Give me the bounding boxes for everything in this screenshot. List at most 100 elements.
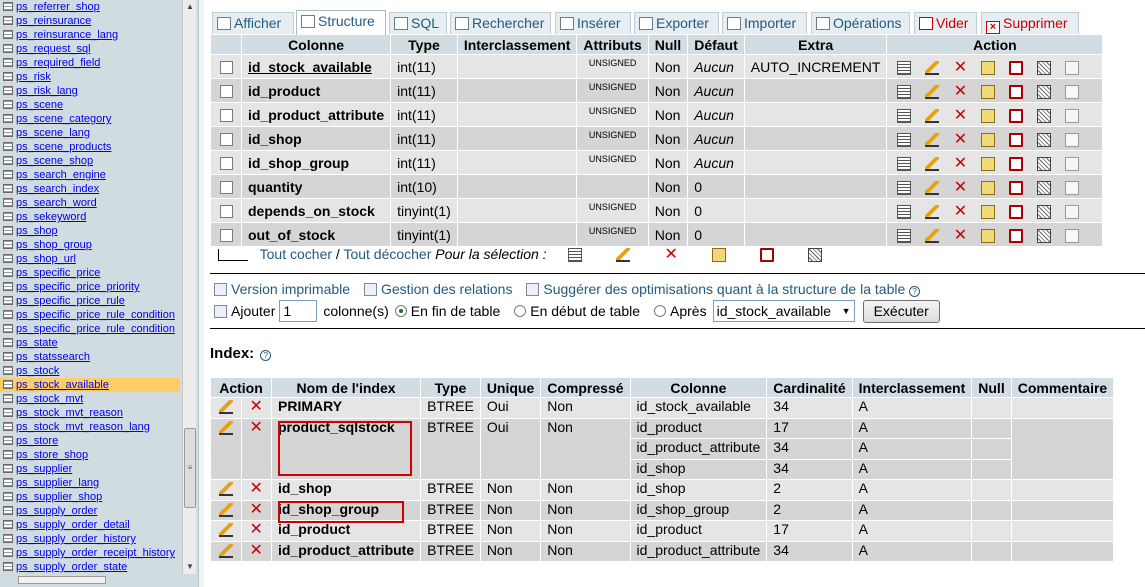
- delete-icon[interactable]: ✕: [953, 227, 967, 243]
- sidebar-table-item[interactable]: ps_specific_price_rule: [0, 294, 180, 308]
- radio-start-of-table[interactable]: [514, 305, 527, 317]
- unique-icon[interactable]: [1009, 132, 1024, 147]
- delete-icon[interactable]: ✕: [953, 83, 967, 99]
- sidebar-table-item[interactable]: ps_stock_mvt_reason: [0, 406, 180, 420]
- sidebar-table-item[interactable]: ps_supply_order_detail: [0, 518, 180, 532]
- table-name-link[interactable]: ps_scene_lang: [16, 127, 90, 139]
- sidebar-table-item[interactable]: ps_shop: [0, 224, 180, 238]
- sidebar-table-item[interactable]: ps_search_index: [0, 182, 180, 196]
- table-name-link[interactable]: ps_store: [16, 435, 58, 447]
- scroll-up-icon[interactable]: ▲: [183, 0, 197, 14]
- sidebar-table-item[interactable]: ps_stock_available: [0, 378, 180, 392]
- row-checkbox[interactable]: [219, 157, 233, 171]
- table-icon[interactable]: [3, 142, 13, 151]
- fulltext-icon[interactable]: [1065, 108, 1080, 123]
- table-icon[interactable]: [3, 436, 13, 445]
- col-header-extra[interactable]: Extra: [744, 35, 887, 54]
- edit-selected-icon[interactable]: [616, 248, 631, 263]
- column-count-input[interactable]: [279, 300, 318, 322]
- primary-key-icon[interactable]: [981, 132, 996, 147]
- sidebar-table-item[interactable]: ps_stock: [0, 364, 180, 378]
- help-icon[interactable]: ?: [260, 350, 272, 361]
- unique-icon[interactable]: [1009, 180, 1024, 195]
- table-name-link[interactable]: ps_supply_order: [16, 505, 97, 517]
- col-header-attributes[interactable]: Attributs: [577, 35, 648, 54]
- fulltext-icon[interactable]: [1065, 132, 1080, 147]
- tab-drop[interactable]: × Supprimer: [981, 12, 1079, 34]
- table-name-link[interactable]: ps_shop_url: [16, 253, 76, 265]
- table-icon[interactable]: [3, 240, 13, 249]
- table-icon[interactable]: [3, 184, 13, 193]
- sidebar-table-item[interactable]: ps_state: [0, 336, 180, 350]
- table-icon[interactable]: [3, 44, 13, 53]
- table-icon[interactable]: [3, 268, 13, 277]
- print-view-link[interactable]: Version imprimable: [231, 281, 350, 297]
- relation-view-link[interactable]: Gestion des relations: [381, 281, 513, 297]
- execute-button[interactable]: Exécuter: [862, 299, 940, 323]
- uncheck-all-link[interactable]: Tout décocher: [343, 246, 431, 262]
- sidebar-table-item[interactable]: ps_supply_order_state: [0, 560, 180, 574]
- delete-icon[interactable]: ✕: [953, 107, 967, 123]
- table-name-link[interactable]: ps_search_engine: [16, 169, 106, 181]
- sidebar-table-item[interactable]: ps_supplier_shop: [0, 490, 180, 504]
- fulltext-icon[interactable]: [1065, 180, 1080, 195]
- edit-icon[interactable]: [925, 156, 940, 171]
- table-name-link[interactable]: ps_risk_lang: [16, 85, 78, 97]
- sidebar-table-item[interactable]: ps_scene_shop: [0, 154, 180, 168]
- sidebar-table-item[interactable]: ps_supply_order_receipt_history: [0, 546, 180, 560]
- table-icon[interactable]: [3, 30, 13, 39]
- primary-key-icon[interactable]: [981, 84, 996, 99]
- delete-icon[interactable]: ✕: [953, 59, 967, 75]
- table-name-link[interactable]: ps_request_sql: [16, 43, 91, 55]
- table-icon[interactable]: [3, 492, 13, 501]
- table-icon[interactable]: [3, 352, 13, 361]
- table-name-link[interactable]: ps_stock_mvt: [16, 393, 83, 405]
- browse-selected-icon[interactable]: [568, 248, 583, 263]
- table-name-link[interactable]: ps_search_word: [16, 197, 97, 209]
- sidebar-table-item[interactable]: ps_supply_order: [0, 504, 180, 518]
- index-icon[interactable]: [1037, 108, 1052, 123]
- table-name-link[interactable]: ps_reinsurance_lang: [16, 29, 118, 41]
- index-selected-icon[interactable]: [807, 248, 822, 263]
- index-icon[interactable]: [1037, 132, 1052, 147]
- table-icon[interactable]: [3, 310, 13, 319]
- table-name-link[interactable]: ps_supplier_lang: [16, 477, 99, 489]
- unique-icon[interactable]: [1009, 228, 1024, 243]
- edit-icon[interactable]: [925, 204, 940, 219]
- table-name-link[interactable]: ps_state: [16, 337, 58, 349]
- sidebar-table-item[interactable]: ps_specific_price_rule_condition: [0, 308, 180, 322]
- table-name-link[interactable]: ps_statssearch: [16, 351, 90, 363]
- table-icon[interactable]: [3, 198, 13, 207]
- edit-index-icon[interactable]: [218, 420, 233, 435]
- row-checkbox[interactable]: [219, 229, 233, 243]
- tab-import[interactable]: Importer: [722, 12, 807, 34]
- delete-icon[interactable]: ✕: [953, 203, 967, 219]
- edit-icon[interactable]: [925, 180, 940, 195]
- table-name-link[interactable]: ps_store_shop: [16, 449, 88, 461]
- drop-selected-icon[interactable]: ✕: [664, 247, 678, 263]
- fulltext-icon[interactable]: [1065, 156, 1080, 171]
- table-icon[interactable]: [3, 212, 13, 221]
- radio-after-column[interactable]: [654, 305, 667, 317]
- table-icon[interactable]: [3, 478, 13, 487]
- sidebar-table-item[interactable]: ps_search_word: [0, 196, 180, 210]
- sidebar-table-item[interactable]: ps_risk: [0, 70, 180, 84]
- help-icon[interactable]: ?: [909, 286, 921, 297]
- table-name-link[interactable]: ps_specific_price: [16, 267, 100, 279]
- table-name-link[interactable]: ps_stock_mvt_reason: [16, 407, 123, 419]
- table-icon[interactable]: [3, 450, 13, 459]
- sidebar-table-item[interactable]: ps_specific_price: [0, 266, 180, 280]
- table-name-link[interactable]: ps_supplier: [16, 463, 72, 475]
- primary-key-icon[interactable]: [981, 228, 996, 243]
- sidebar-table-item[interactable]: ps_reinsurance_lang: [0, 28, 180, 42]
- col-header-collation[interactable]: Interclassement: [457, 35, 577, 54]
- edit-icon[interactable]: [925, 84, 940, 99]
- row-checkbox[interactable]: [219, 109, 233, 123]
- primary-key-icon[interactable]: [981, 60, 996, 75]
- fulltext-icon[interactable]: [1065, 84, 1080, 99]
- browse-icon[interactable]: [897, 60, 912, 75]
- drop-index-icon[interactable]: ✕: [249, 522, 263, 538]
- index-icon[interactable]: [1037, 204, 1052, 219]
- drop-index-icon[interactable]: ✕: [249, 542, 263, 558]
- table-icon[interactable]: [3, 58, 13, 67]
